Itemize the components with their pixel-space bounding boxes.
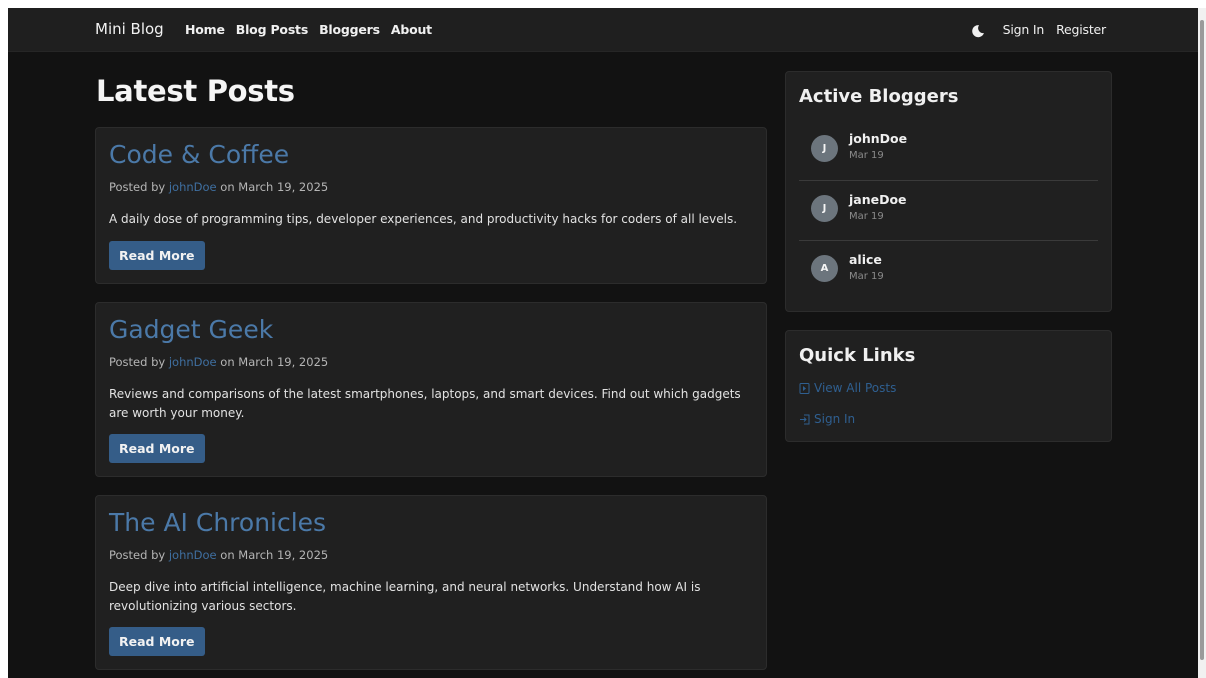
read-more-button[interactable]: Read More [109,241,205,270]
post-date: on March 19, 2025 [216,180,329,194]
quick-link-view-all-posts[interactable]: View All Posts [799,381,896,395]
post-excerpt: Reviews and comparisons of the latest sm… [109,387,741,420]
post-date: on March 19, 2025 [216,355,329,369]
post-card: Code & Coffee Posted by johnDoe on March… [95,127,767,284]
post-title[interactable]: Gadget Geek [109,315,273,344]
posted-by-label: Posted by [109,180,169,194]
post-date: on March 19, 2025 [216,548,329,562]
post-title[interactable]: The AI Chronicles [109,508,326,537]
blogger-item[interactable]: J janeDoe Mar 19 [799,180,1098,240]
post-excerpt: A daily dose of programming tips, develo… [109,212,738,226]
quick-link-sign-in[interactable]: Sign In [799,412,855,426]
sign-in-icon [799,414,810,425]
quick-links-title: Quick Links [799,345,916,366]
blogger-item[interactable]: J johnDoe Mar 19 [799,120,1098,180]
scrollbar-thumb[interactable] [1200,20,1204,660]
avatar: J [811,195,838,222]
blogger-date: Mar 19 [849,211,884,222]
brand-link[interactable]: Mini Blog [95,20,164,38]
nav-right: Sign In Register [971,22,1106,37]
sign-in-link[interactable]: Sign In [1003,22,1045,37]
nav-link-blog-posts[interactable]: Blog Posts [236,22,309,37]
scrollbar[interactable] [1198,8,1206,678]
author-link[interactable]: johnDoe [169,355,217,369]
blogger-name: alice [849,252,882,267]
nav-links: Home Blog Posts Bloggers About [185,22,432,37]
active-bloggers-card: Active Bloggers J johnDoe Mar 19 J janeD… [785,71,1112,312]
blogger-name: janeDoe [849,192,907,207]
blogger-item[interactable]: A alice Mar 19 [799,240,1098,300]
page-title: Latest Posts [96,74,295,108]
posted-by-label: Posted by [109,548,169,562]
post-meta: Posted by johnDoe on March 19, 2025 [109,355,328,369]
register-link[interactable]: Register [1056,22,1106,37]
post-excerpt: Deep dive into artificial intelligence, … [109,580,701,613]
blogger-date: Mar 19 [849,271,884,282]
posted-by-label: Posted by [109,355,169,369]
author-link[interactable]: johnDoe [169,548,217,562]
nav-link-bloggers[interactable]: Bloggers [319,22,380,37]
page-viewport: Mini Blog Home Blog Posts Bloggers About… [8,8,1198,678]
read-more-button[interactable]: Read More [109,627,205,656]
blogger-date: Mar 19 [849,150,884,161]
navbar: Mini Blog Home Blog Posts Bloggers About… [8,8,1198,52]
nav-link-about[interactable]: About [391,22,432,37]
read-more-button[interactable]: Read More [109,434,205,463]
post-title[interactable]: Code & Coffee [109,140,289,169]
post-card: The AI Chronicles Posted by johnDoe on M… [95,495,767,670]
blogger-name: johnDoe [849,131,908,146]
moon-icon[interactable] [971,23,985,37]
post-meta: Posted by johnDoe on March 19, 2025 [109,180,328,194]
avatar: J [811,135,838,162]
quick-link-label: View All Posts [814,381,897,395]
active-bloggers-title: Active Bloggers [799,86,959,107]
post-card: Gadget Geek Posted by johnDoe on March 1… [95,302,767,477]
author-link[interactable]: johnDoe [169,180,217,194]
avatar: A [811,255,838,282]
nav-link-home[interactable]: Home [185,22,225,37]
file-icon [799,382,810,394]
quick-link-label: Sign In [814,412,856,426]
quick-links-card: Quick Links View All Posts Sign In [785,330,1112,442]
post-meta: Posted by johnDoe on March 19, 2025 [109,548,328,562]
